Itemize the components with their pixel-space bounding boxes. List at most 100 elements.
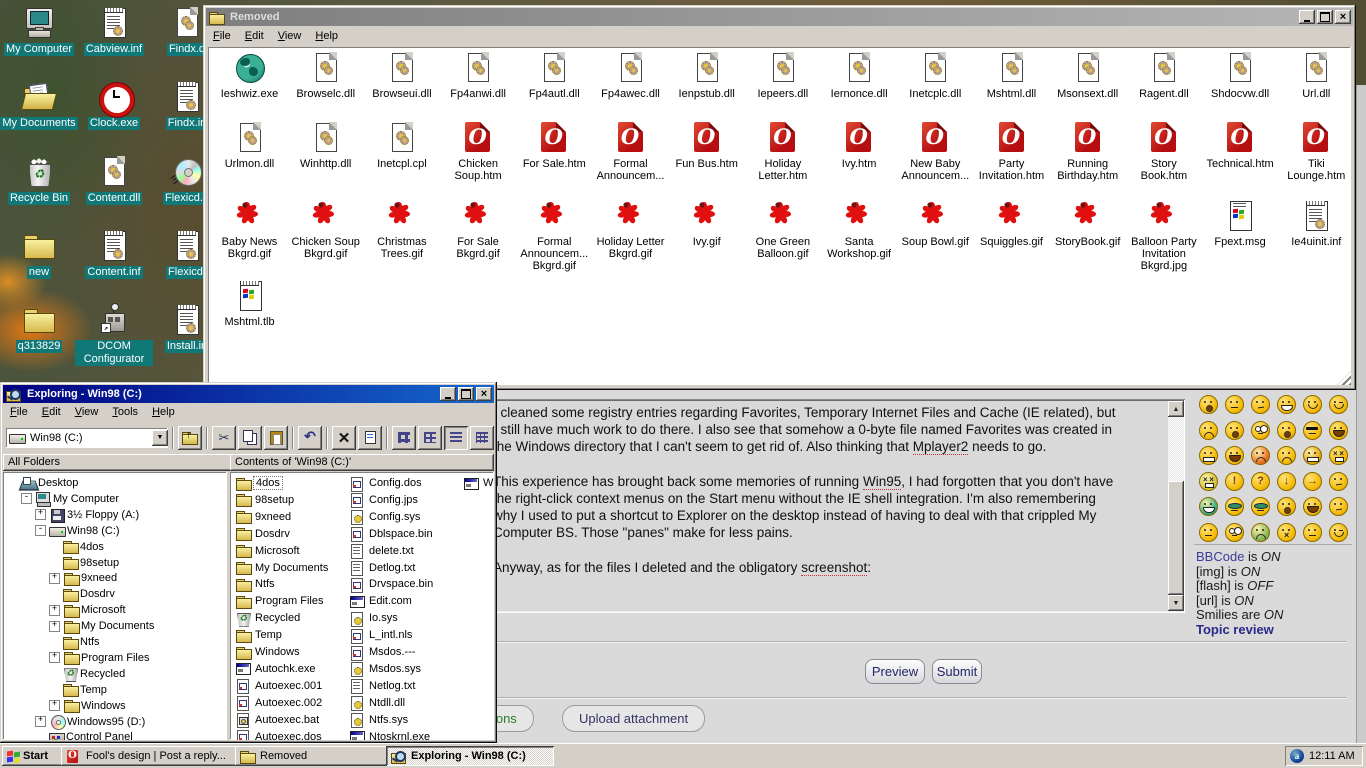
close-button[interactable]: × <box>476 387 492 401</box>
file-icon[interactable]: ORunning Birthday.htm <box>1050 121 1125 182</box>
tree-item-ntfs[interactable]: Ntfs <box>49 634 100 650</box>
smiley-icon[interactable] <box>1329 446 1348 465</box>
smiley-icon[interactable]: → <box>1303 472 1322 491</box>
smiley-icon[interactable] <box>1225 497 1244 516</box>
minimize-button[interactable] <box>440 387 456 401</box>
file-item-ntdll-dll[interactable]: Ntdll.dll <box>349 695 407 711</box>
menu-view[interactable]: View <box>68 404 106 420</box>
smiley-icon[interactable] <box>1251 523 1270 542</box>
small-icons-button[interactable] <box>418 426 442 450</box>
file-icon[interactable]: Mshtml.tlb <box>212 279 287 328</box>
textarea-scrollbar[interactable]: ▲ ▼ <box>1168 401 1184 611</box>
smiley-icon[interactable] <box>1225 421 1244 440</box>
tray-app-icon[interactable]: a <box>1290 749 1304 763</box>
file-item-io-sys[interactable]: Io.sys <box>349 610 400 626</box>
file-icon[interactable]: Squiggles.gif <box>974 199 1049 248</box>
file-icon[interactable]: Soup Bowl.gif <box>898 199 973 248</box>
file-icon[interactable]: Ienpstub.dll <box>669 51 744 100</box>
smiley-icon[interactable] <box>1251 395 1270 414</box>
bbcode-link[interactable]: BBCode <box>1196 549 1244 564</box>
file-item-msdos-sys[interactable]: Msdos.sys <box>349 661 423 677</box>
desktop-icon-recycle-bin[interactable]: ♻Recycle Bin <box>0 155 78 205</box>
smiley-icon[interactable] <box>1251 421 1270 440</box>
tab-upload-attachment[interactable]: Upload attachment <box>562 705 705 732</box>
tree-item-windows[interactable]: +Windows <box>49 698 126 714</box>
file-icon[interactable]: Msonsext.dll <box>1050 51 1125 100</box>
smiley-icon[interactable] <box>1225 446 1244 465</box>
desktop-icon-q313829[interactable]: q313829 <box>0 303 78 353</box>
smiley-icon[interactable] <box>1303 523 1322 542</box>
expander-icon[interactable]: + <box>35 716 46 727</box>
file-item-config-dos[interactable]: Config.dos <box>349 475 424 491</box>
close-button[interactable]: × <box>1335 10 1351 24</box>
desktop-icon-my-documents[interactable]: My Documents <box>0 80 78 130</box>
topic-review-link[interactable]: Topic review <box>1196 622 1274 637</box>
file-item-98setup[interactable]: 98setup <box>235 492 296 508</box>
expander-icon[interactable]: + <box>49 652 60 663</box>
desktop-icon-cabview-inf[interactable]: Cabview.inf <box>75 6 153 56</box>
large-icons-button[interactable] <box>392 426 416 450</box>
smiley-icon[interactable] <box>1225 523 1244 542</box>
file-item-ntfs-sys[interactable]: Ntfs.sys <box>349 712 410 728</box>
expander-icon[interactable]: + <box>49 700 60 711</box>
file-icon[interactable]: OParty Invitation.htm <box>974 121 1049 182</box>
taskbar-button-fool-s-design-post-a-rep[interactable]: OFool's design | Post a reply... <box>61 746 239 766</box>
file-item-config-jps[interactable]: Config.jps <box>349 492 420 508</box>
tree-item-microsoft[interactable]: +Microsoft <box>49 602 126 618</box>
smiley-icon[interactable] <box>1199 497 1218 516</box>
file-item-autoexec-001[interactable]: Autoexec.001 <box>235 678 324 694</box>
expander-icon[interactable]: + <box>49 605 60 616</box>
file-icon[interactable]: Fp4awec.dll <box>593 51 668 100</box>
up-folder-button[interactable]: ↑ <box>178 426 202 450</box>
file-icon[interactable]: Winhttp.dll <box>288 121 363 170</box>
tree-item-my-computer[interactable]: -My Computer <box>21 491 119 507</box>
menu-edit[interactable]: Edit <box>238 28 271 44</box>
properties-button[interactable] <box>358 426 382 450</box>
smiley-icon[interactable] <box>1251 446 1270 465</box>
file-item-ntoskrnl-exe[interactable]: Ntoskrnl.exe <box>349 729 432 741</box>
smiley-icon[interactable] <box>1199 523 1218 542</box>
smiley-icon[interactable] <box>1199 446 1218 465</box>
smiley-icon[interactable] <box>1303 497 1322 516</box>
expander-icon[interactable]: + <box>49 621 60 632</box>
file-item-windows[interactable]: Windows <box>235 644 302 660</box>
file-icon[interactable]: One Green Balloon.gif <box>745 199 820 260</box>
file-icon[interactable]: Christmas Trees.gif <box>364 199 439 260</box>
file-icon[interactable]: Chicken Soup Bkgrd.gif <box>288 199 363 260</box>
desktop-icon-new[interactable]: new <box>0 229 78 279</box>
file-item-9xneed[interactable]: 9xneed <box>235 509 293 525</box>
file-item-w98[interactable]: W98 <box>463 475 494 491</box>
file-icon[interactable]: OFormal Announcem... <box>593 121 668 182</box>
file-icon[interactable]: Fp4anwi.dll <box>441 51 516 100</box>
file-item-netlog-txt[interactable]: Netlog.txt <box>349 678 417 694</box>
expander-icon[interactable]: - <box>35 525 46 536</box>
file-icon[interactable]: Santa Workshop.gif <box>822 199 897 260</box>
file-icon[interactable]: Iernonce.dll <box>822 51 897 100</box>
tree-item-9xneed[interactable]: +9xneed <box>49 570 117 586</box>
taskbar-button-exploring-win98-c-[interactable]: Exploring - Win98 (C:) <box>386 746 554 766</box>
smiley-icon[interactable]: ? <box>1251 472 1270 491</box>
file-icon[interactable]: Mshtml.dll <box>974 51 1049 100</box>
smiley-icon[interactable] <box>1329 523 1348 542</box>
file-icon[interactable]: Url.dll <box>1279 51 1351 100</box>
file-icon[interactable]: OTechnical.htm <box>1203 121 1278 170</box>
file-icon[interactable]: Formal Announcem... Bkgrd.gif <box>517 199 592 272</box>
minimize-button[interactable] <box>1299 10 1315 24</box>
scroll-thumb[interactable] <box>1168 481 1184 595</box>
tree-item-98setup[interactable]: 98setup <box>49 555 119 571</box>
file-icon[interactable]: OFor Sale.htm <box>517 121 592 170</box>
file-item-dosdrv[interactable]: Dosdrv <box>235 526 292 542</box>
file-item-my-documents[interactable]: My Documents <box>235 560 330 576</box>
menu-file[interactable]: File <box>206 28 238 44</box>
smiley-icon[interactable] <box>1251 497 1270 516</box>
tree-item-3-floppy-a-[interactable]: +3½ Floppy (A:) <box>35 507 139 523</box>
menu-tools[interactable]: Tools <box>105 404 145 420</box>
start-button[interactable]: Start <box>2 746 65 766</box>
file-icon[interactable]: StoryBook.gif <box>1050 199 1125 248</box>
file-icon[interactable]: OIvy.htm <box>822 121 897 170</box>
desktop-icon-my-computer[interactable]: My Computer <box>0 6 78 56</box>
file-item-config-sys[interactable]: Config.sys <box>349 509 422 525</box>
file-item-msdos-[interactable]: Msdos.--- <box>349 644 417 660</box>
smiley-icon[interactable] <box>1303 446 1322 465</box>
desktop-icon-content-inf[interactable]: Content.inf <box>75 229 153 279</box>
